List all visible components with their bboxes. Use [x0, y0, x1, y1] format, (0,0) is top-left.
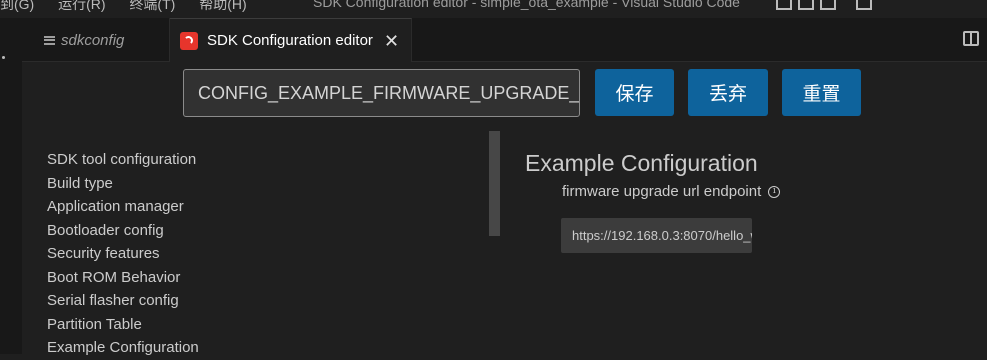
- nav-item-partition-table[interactable]: Partition Table: [47, 313, 199, 337]
- title-bar: 到(G) 运行(R) 终端(T) 帮助(H) SDK Configuration…: [0, 0, 987, 18]
- toggle-sidebar-icon[interactable]: [776, 0, 792, 10]
- activity-bar-edge: [0, 18, 22, 354]
- nav-item-example-configuration[interactable]: Example Configuration: [47, 336, 199, 360]
- url-endpoint-input[interactable]: https://192.168.0.3:8070/hello_world.bin: [561, 218, 752, 253]
- menu-item-run[interactable]: 运行(R): [58, 0, 105, 12]
- config-nav-list: SDK tool configuration Build type Applic…: [47, 148, 199, 360]
- section-title: Example Configuration: [525, 150, 758, 176]
- nav-item-sdk-tool-configuration[interactable]: SDK tool configuration: [47, 148, 199, 172]
- reset-button[interactable]: 重置: [782, 69, 861, 116]
- tab-bar: sdkconfig SDK Configuration editor ✕: [22, 18, 987, 62]
- window-title: SDK Configuration editor - simple_ota_ex…: [313, 0, 740, 10]
- menu-item-terminal[interactable]: 终端(T): [129, 0, 175, 12]
- tab-sdkconfig[interactable]: sdkconfig: [22, 18, 170, 62]
- tab-label: sdkconfig: [61, 31, 125, 49]
- menu-item-help[interactable]: 帮助(H): [199, 0, 246, 12]
- close-icon[interactable]: ✕: [384, 32, 399, 50]
- menu-item-goto[interactable]: 到(G): [0, 0, 34, 12]
- split-editor-icon[interactable]: [963, 31, 979, 46]
- discard-button[interactable]: 丢弃: [688, 69, 768, 116]
- nav-item-serial-flasher-config[interactable]: Serial flasher config: [47, 289, 199, 313]
- tab-label: SDK Configuration editor: [207, 32, 373, 49]
- nav-scrollbar[interactable]: [489, 131, 500, 236]
- layout-controls: [776, 0, 872, 10]
- nav-item-build-type[interactable]: Build type: [47, 172, 199, 196]
- nav-item-security-features[interactable]: Security features: [47, 242, 199, 266]
- menu-bar: 到(G) 运行(R) 终端(T) 帮助(H): [0, 0, 267, 14]
- field-label: firmware upgrade url endpoint i: [562, 183, 781, 200]
- search-input[interactable]: CONFIG_EXAMPLE_FIRMWARE_UPGRADE_URL: [183, 69, 580, 117]
- lines-icon: [44, 35, 55, 45]
- espressif-logo-icon: [180, 31, 198, 50]
- nav-item-boot-rom-behavior[interactable]: Boot ROM Behavior: [47, 266, 199, 290]
- customize-layout-icon[interactable]: [856, 0, 872, 10]
- tab-sdk-configuration-editor[interactable]: SDK Configuration editor ✕: [170, 18, 412, 62]
- nav-item-bootloader-config[interactable]: Bootloader config: [47, 219, 199, 243]
- save-button[interactable]: 保存: [595, 69, 674, 116]
- nav-item-application-manager[interactable]: Application manager: [47, 195, 199, 219]
- info-icon[interactable]: i: [768, 185, 781, 198]
- toggle-secondary-sidebar-icon[interactable]: [820, 0, 836, 10]
- more-dot-icon: [2, 56, 5, 59]
- toggle-panel-icon[interactable]: [798, 0, 814, 10]
- field-label-text: firmware upgrade url endpoint: [562, 183, 762, 200]
